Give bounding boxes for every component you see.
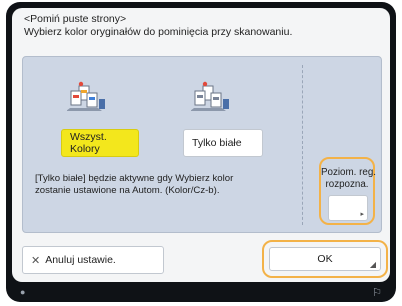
all-colors-button[interactable]: Wszyst. Kolory	[61, 129, 139, 157]
panel-divider	[302, 65, 303, 225]
dialog-footer: ✕ Anuluj ustawie. OK ◢	[12, 240, 390, 282]
detection-level-line2: rozpozna.	[325, 179, 369, 190]
info-note-line2: zostanie ustawione na Autom. (Kolor/Cz-b…	[35, 185, 220, 196]
detection-level-button[interactable]: Poziom. reg. rozpozna. ▸	[319, 157, 376, 225]
enter-icon: ◢	[369, 260, 376, 269]
submenu-arrow-icon: ▸	[360, 211, 364, 218]
info-note: [Tylko białe] będzie aktywne gdy Wybierz…	[35, 173, 285, 197]
color-pages-icon	[67, 81, 105, 111]
info-note-line1: [Tylko białe] będzie aktywne gdy Wybierz…	[35, 173, 234, 184]
all-colors-label: Wszyst. Kolory	[70, 131, 107, 155]
detection-level-key[interactable]: ▸	[328, 195, 368, 221]
detection-level-line1: Poziom. reg.	[321, 167, 376, 178]
notification-icon[interactable]: ⚐	[372, 286, 382, 299]
device-screen: <Pomiń puste strony> Wybierz kolor orygi…	[6, 2, 396, 302]
white-pages-icon	[191, 81, 229, 111]
cancel-settings-button[interactable]: ✕ Anuluj ustawie.	[22, 246, 164, 274]
dialog-title: <Pomiń puste strony>	[24, 13, 127, 25]
white-only-button[interactable]: Tylko białe	[183, 129, 263, 157]
white-only-label: Tylko białe	[192, 137, 242, 149]
ok-button[interactable]: OK ◢	[262, 240, 388, 278]
dialog-instruction: Wybierz kolor oryginałów do pominięcia p…	[24, 26, 293, 38]
close-icon: ✕	[31, 254, 41, 267]
dialog-header: <Pomiń puste strony> Wybierz kolor orygi…	[24, 13, 384, 39]
detection-level-label: Poziom. reg. rozpozna.	[321, 167, 376, 191]
blank-page-skip-dialog: <Pomiń puste strony> Wybierz kolor orygi…	[12, 8, 390, 282]
options-panel: Wszyst. Kolory Tylko białe [Tylko białe]…	[22, 56, 382, 233]
status-bar: ● ⚐	[6, 284, 396, 302]
status-indicator-icon: ●	[20, 287, 26, 297]
ok-key[interactable]: OK ◢	[269, 247, 381, 271]
cancel-settings-label: Anuluj ustawie.	[45, 254, 116, 266]
ok-label: OK	[317, 253, 333, 265]
